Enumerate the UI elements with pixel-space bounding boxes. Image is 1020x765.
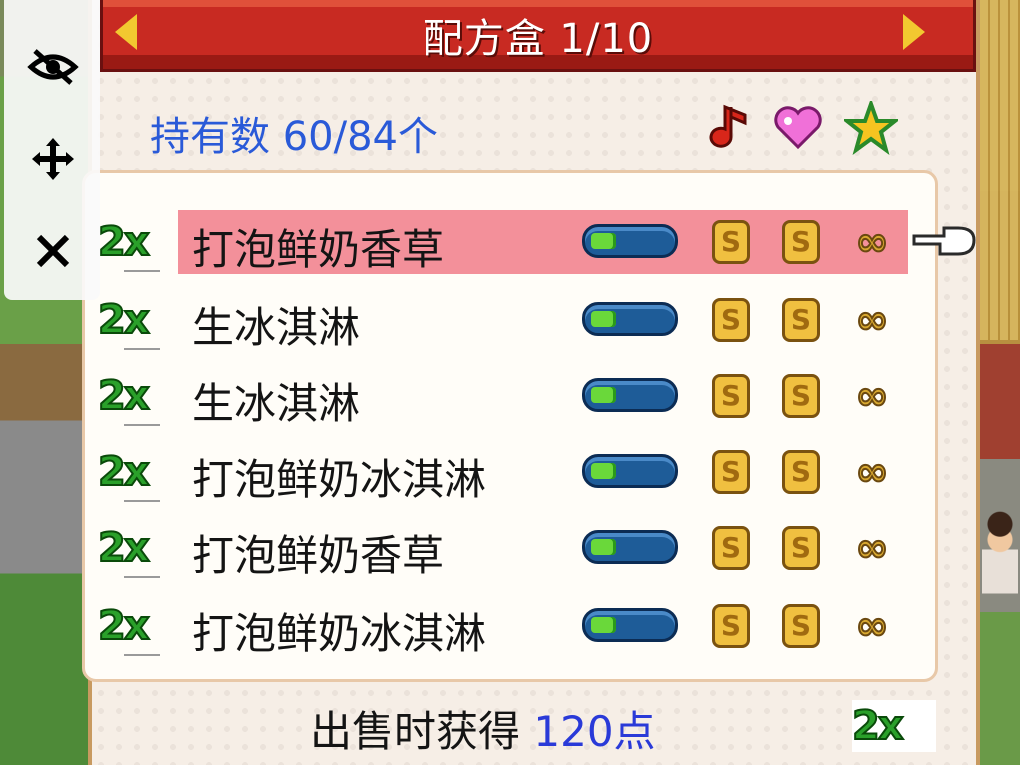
level-meter-fill [591,311,616,327]
sale-reward-points: 120点 [533,707,656,756]
infinity-quantity: ∞ [854,297,889,343]
s-coin-icon: S [712,526,750,570]
badge-underline [124,576,160,578]
s-coin-icon: S [712,220,750,264]
recipe-row[interactable]: 2x 生冰淇淋 S S ∞ [97,288,913,352]
level-meter-fill [591,617,616,633]
sale-reward: 出售时获得 120点 [310,698,656,759]
multiplier-badge: 2x [97,372,151,420]
level-meter-fill [591,387,616,403]
level-meter [582,608,678,642]
multiplier-badge: 2x [97,602,151,650]
recipe-row[interactable]: 2x 打泡鲜奶冰淇淋 S S ∞ [97,440,913,504]
level-meter [582,454,678,488]
holdings-label: 持有数 [150,114,270,160]
previous-page-arrow-icon[interactable] [115,14,137,50]
eye-off-icon[interactable] [26,40,80,94]
infinity-quantity: ∞ [854,449,889,495]
multiplier-badge: 2x [97,296,151,344]
background-wooden-post [980,0,1020,340]
music-note-icon[interactable] [700,100,756,156]
s-coin-icon: S [782,450,820,494]
badge-underline [124,270,160,272]
recipe-name: 打泡鲜奶香草 [192,225,445,274]
infinity-quantity: ∞ [854,373,889,419]
s-coin-icon: S [782,526,820,570]
recipe-name: 生冰淇淋 [192,379,361,428]
badge-underline [124,654,160,656]
move-icon[interactable] [26,132,80,186]
s-coin-icon: S [712,450,750,494]
recipe-name: 打泡鲜奶冰淇淋 [192,609,487,658]
overlay-toolbar [4,0,100,300]
level-meter-fill [591,233,616,249]
s-coin-icon: S [712,298,750,342]
s-coin-icon: S [712,604,750,648]
infinity-quantity: ∞ [854,219,889,265]
footer-multiplier-badge: 2x [851,700,936,752]
s-coin-icon: S [782,604,820,648]
s-coin-icon: S [782,220,820,264]
heart-icon[interactable] [770,100,826,156]
recipe-row[interactable]: 2x 打泡鲜奶香草 S S ∞ [97,210,913,274]
title-bar: 配方盒 1/10 [100,0,976,72]
recipe-row[interactable]: 2x 打泡鲜奶香草 S S ∞ [97,516,913,580]
level-meter-fill [591,539,616,555]
infinity-quantity: ∞ [854,603,889,649]
multiplier-badge: 2x [97,448,151,496]
level-meter [582,224,678,258]
multiplier-badge: 2x [97,218,151,266]
holdings-value: 60/84个 [282,114,438,160]
level-meter-fill [591,463,616,479]
recipe-name: 打泡鲜奶冰淇淋 [192,455,487,504]
next-page-arrow-icon[interactable] [903,14,925,50]
recipe-name: 生冰淇淋 [192,303,361,352]
sale-reward-label: 出售时获得 [310,707,521,756]
background-character [982,500,1018,610]
s-coin-icon: S [782,298,820,342]
holdings-count: 持有数 60/84个 [150,104,438,162]
recipe-row[interactable]: 2x 打泡鲜奶冰淇淋 S S ∞ [97,594,913,658]
pointer-hand-icon [910,220,980,260]
recipe-name: 打泡鲜奶香草 [192,531,445,580]
close-icon[interactable] [26,224,80,278]
page-title: 配方盒 1/10 [422,15,654,62]
s-coin-icon: S [782,374,820,418]
recipe-row[interactable]: 2x 生冰淇淋 S S ∞ [97,364,913,428]
badge-underline [124,500,160,502]
star-icon[interactable] [843,100,899,156]
badge-underline [124,424,160,426]
s-coin-icon: S [712,374,750,418]
multiplier-badge: 2x [97,524,151,572]
badge-underline [124,348,160,350]
level-meter [582,378,678,412]
level-meter [582,302,678,336]
infinity-quantity: ∞ [854,525,889,571]
level-meter [582,530,678,564]
